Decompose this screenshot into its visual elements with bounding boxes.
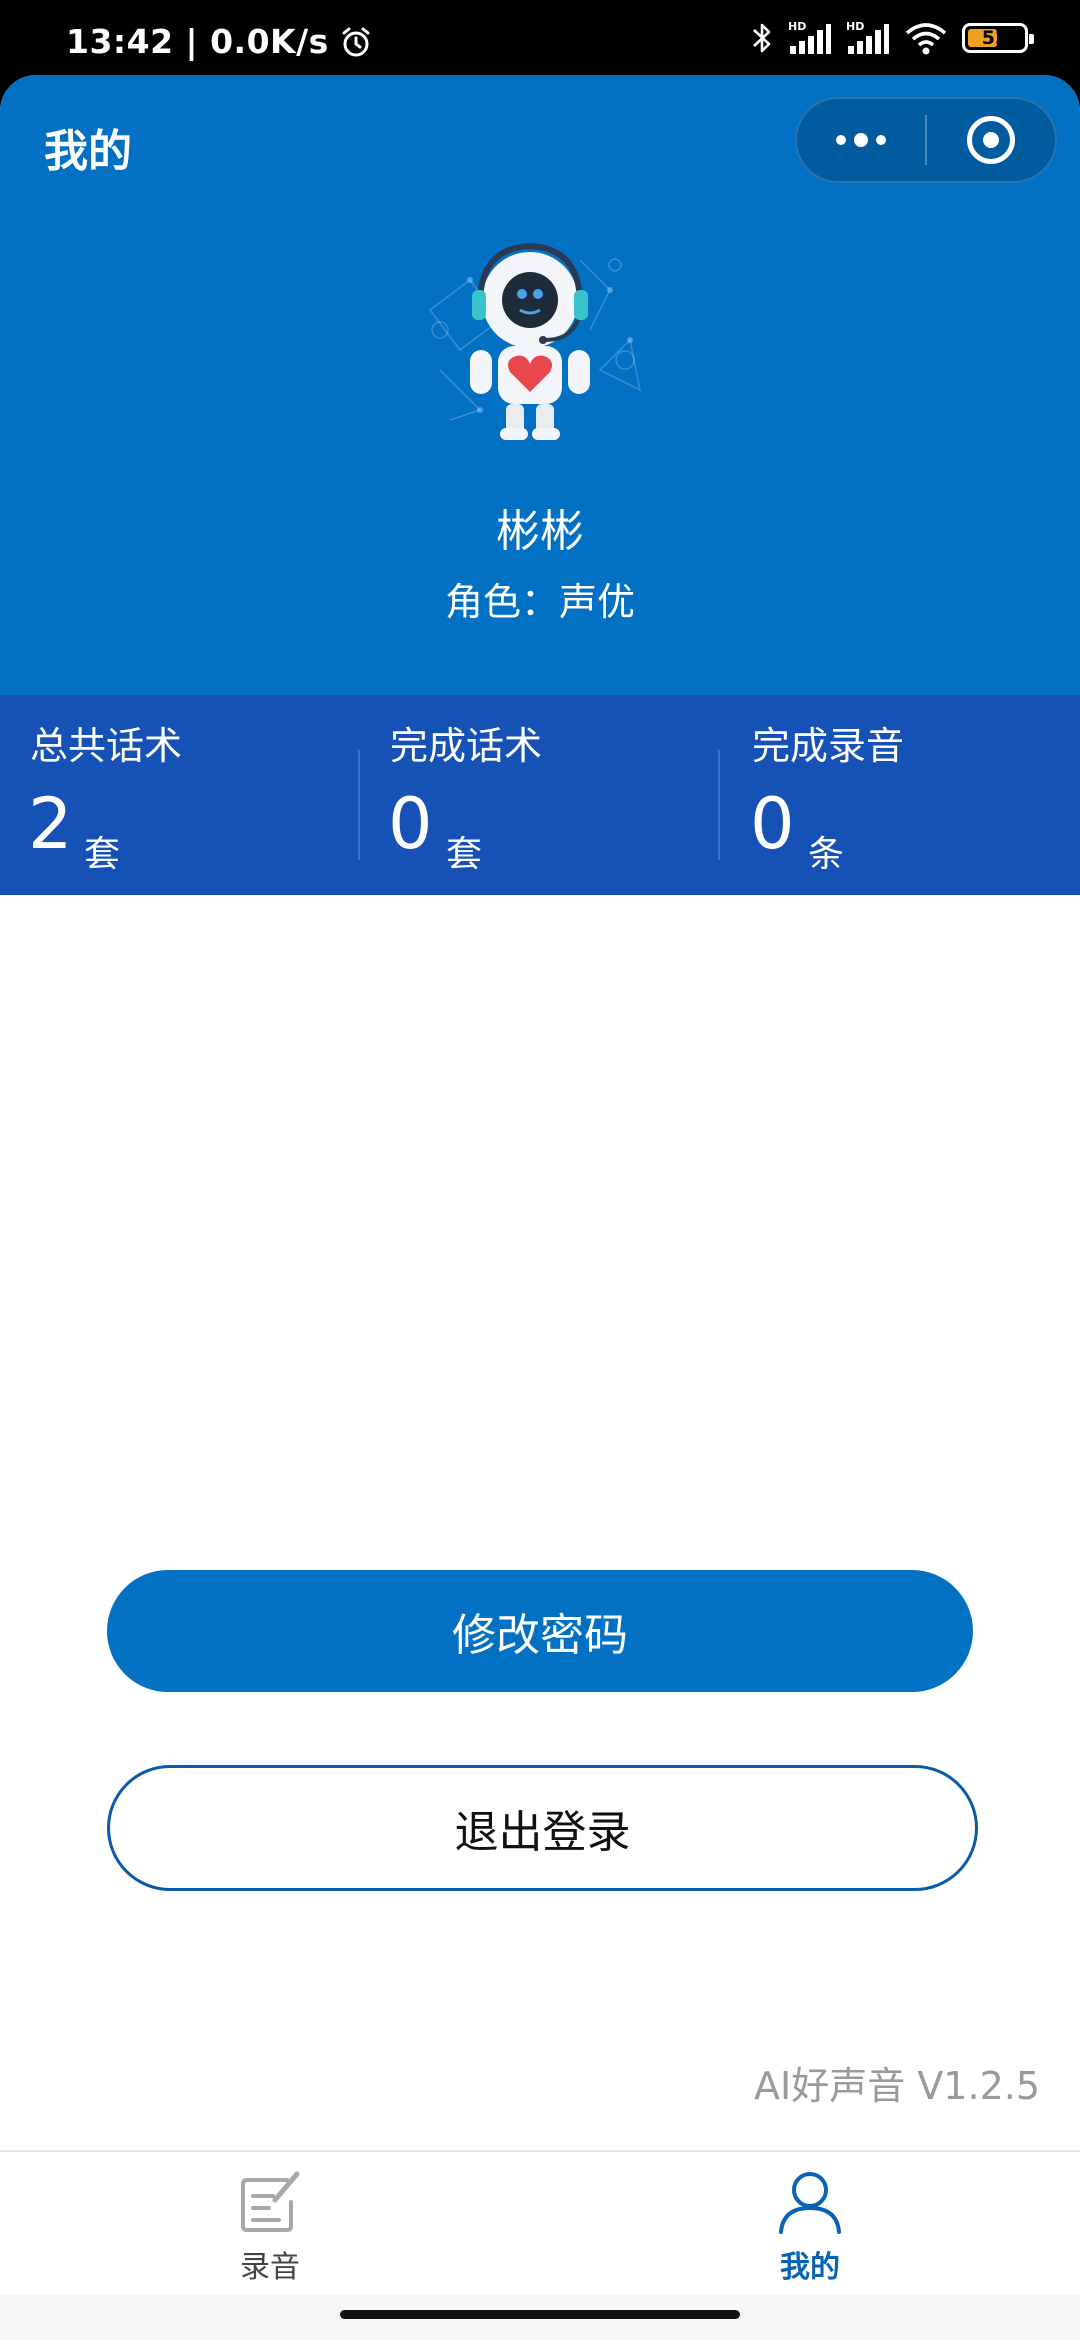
profile-header: 我的 彬彬 角色：声优 [0,75,1080,695]
user-icon [779,2172,841,2234]
home-indicator[interactable] [340,2310,740,2319]
username: 彬彬 [496,506,584,557]
wifi-icon [905,23,947,55]
stat-total-scripts: 总共话术 2 套 [0,695,360,895]
stat-value: 0 [750,783,795,865]
tab-mine[interactable]: 我的 [540,2152,1080,2297]
app-version: AI好声音 V1.2.5 [754,2064,1040,2108]
battery-level: 52 [981,27,1009,49]
tab-label: 我的 [780,2250,840,2285]
signal-icon-1: HD [788,20,831,54]
user-role: 角色：声优 [444,580,635,624]
logout-button[interactable]: 退出登录 [107,1765,978,1891]
stat-unit: 套 [446,834,483,875]
stat-unit: 套 [84,834,121,875]
edit-note-icon [241,2171,300,2232]
mini-program-capsule [795,97,1057,183]
stat-value: 2 [28,783,73,865]
tab-label: 录音 [240,2250,300,2285]
status-bar: 13:42 | 0.0K/s HD HD 52 [0,0,1080,75]
status-time: 13:42 | 0.0K/s [66,22,329,61]
stats-panel: 总共话术 2 套 完成话术 0 套 完成录音 0 条 [0,695,1080,895]
stat-label: 完成录音 [752,724,905,768]
gesture-bar [0,2295,1080,2340]
robot-headset-icon [428,242,642,440]
target-icon [966,116,1015,164]
stat-completed-scripts: 完成话术 0 套 [360,695,720,895]
stat-label: 完成话术 [390,724,543,768]
stat-completed-recordings: 完成录音 0 条 [720,695,1080,895]
tab-bar: 录音 我的 [0,2150,1080,2295]
battery-icon: 52 [962,23,1034,53]
status-left: 13:42 | 0.0K/s [66,22,373,61]
page-title: 我的 [44,126,132,177]
alarm-icon [342,27,370,56]
bluetooth-icon [753,23,771,53]
stat-label: 总共话术 [30,724,183,768]
stat-unit: 条 [808,834,845,875]
more-dots-icon [836,133,886,147]
stat-value: 0 [388,783,433,865]
app-container: 我的 彬彬 角色：声优 总共话术 2 套 完成话术 0 套 完成录音 0 条 修… [0,75,1080,2340]
change-password-button[interactable]: 修改密码 [107,1570,973,1692]
signal-hd-label: HD [846,20,864,33]
status-right: HD HD 52 [750,20,1034,56]
more-button[interactable] [797,99,925,181]
close-miniprogram-button[interactable] [927,99,1055,181]
tab-record[interactable]: 录音 [0,2152,540,2297]
signal-hd-label: HD [788,20,806,33]
signal-icon-2: HD [846,20,889,54]
